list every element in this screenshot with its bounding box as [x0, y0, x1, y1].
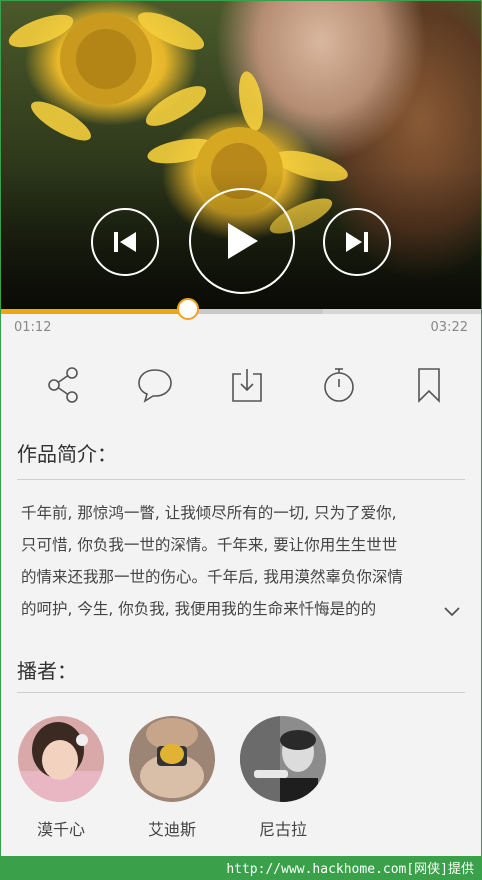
timer-button[interactable] [319, 362, 359, 408]
total-time: 03:22 [430, 320, 468, 335]
intro-divider [17, 479, 465, 480]
intro-line: 的呵护, 今生, 你负我, 我便用我的生命来忏悔是的的 [21, 600, 377, 618]
download-button[interactable] [227, 362, 267, 408]
expand-button[interactable] [441, 600, 463, 622]
cover-image [1, 1, 481, 309]
intro-line: 的情来还我那一世的伤心。千年后, 我用漠然辜负你深情 [21, 568, 403, 586]
action-bar [17, 362, 467, 412]
comment-button[interactable] [135, 362, 175, 408]
watermark-text: http://www.hackhome.com[网侠]提供 [226, 862, 474, 877]
host-name: 艾迪斯 [147, 820, 196, 839]
host-list: 漠千心 艾迪斯 尼古拉 [17, 716, 467, 846]
previous-button[interactable] [91, 208, 159, 276]
avatar [240, 716, 326, 802]
skip-next-icon [346, 232, 368, 252]
next-button[interactable] [323, 208, 391, 276]
watermark-bar: http://www.hackhome.com[网侠]提供 [0, 856, 482, 880]
download-icon [232, 369, 262, 402]
share-icon [48, 367, 78, 403]
comment-icon [138, 369, 172, 403]
hosts-divider [17, 692, 465, 693]
skip-previous-icon [114, 232, 136, 252]
progress-bar[interactable] [1, 298, 481, 320]
host-item[interactable]: 尼古拉 [239, 716, 327, 840]
chevron-down-icon [444, 607, 460, 617]
hosts-title: 播者： [17, 659, 77, 683]
intro-title: 作品简介： [17, 442, 117, 466]
avatar [129, 716, 215, 802]
bookmark-button[interactable] [409, 362, 449, 408]
share-button[interactable] [43, 362, 83, 408]
intro-line: 千年前, 那惊鸿一瞥, 让我倾尽所有的一切, 只为了爱你, [21, 504, 397, 522]
bookmark-icon [418, 368, 440, 403]
progress-fill [1, 309, 189, 314]
host-item[interactable]: 艾迪斯 [128, 716, 216, 840]
play-button[interactable] [189, 188, 295, 294]
host-name: 尼古拉 [258, 820, 307, 839]
timer-icon [324, 368, 354, 402]
host-name: 漠千心 [36, 820, 85, 839]
current-time: 01:12 [14, 320, 52, 335]
intro-text: 千年前, 那惊鸿一瞥, 让我倾尽所有的一切, 只为了爱你, 只可惜, 你负我一世… [21, 497, 453, 625]
host-item[interactable]: 漠千心 [17, 716, 105, 840]
play-icon [228, 223, 258, 259]
intro-line: 只可惜, 你负我一世的深情。千年来, 要让你用生生世世 [21, 536, 398, 554]
avatar [18, 716, 104, 802]
